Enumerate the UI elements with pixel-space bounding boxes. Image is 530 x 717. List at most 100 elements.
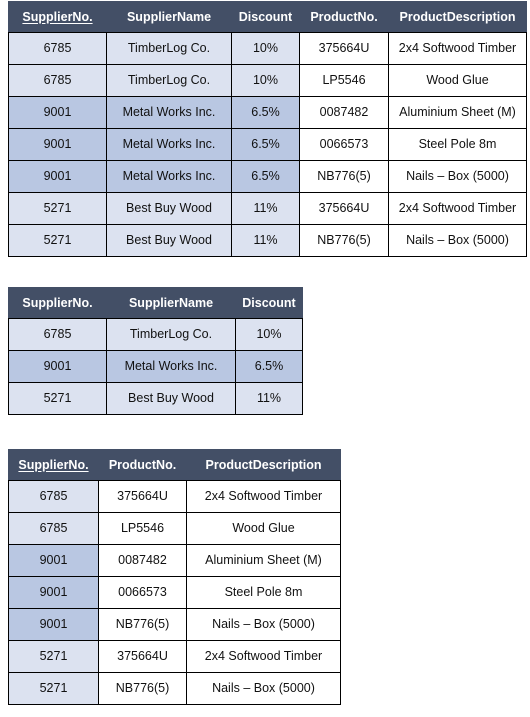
- column-header-label: SupplierName: [126, 9, 212, 24]
- table-row: 9001 Metal Works Inc. 6.5% 0087482 Aluminium…: [8, 96, 527, 129]
- cell-suppliername: Metal Works Inc.: [106, 160, 232, 193]
- table-row: 9001 Metal Works Inc. 6.5%: [8, 350, 303, 383]
- cell-productdescription: Aluminium Sheet (M): [388, 96, 527, 129]
- cell-productdescription: Nails – Box (5000): [388, 224, 527, 257]
- cell-supplierno: 6785: [8, 480, 99, 513]
- column-header-label: SupplierName: [128, 295, 214, 310]
- column-header-label: Discount: [242, 295, 296, 310]
- cell-productdescription: Nails – Box (5000): [186, 672, 341, 705]
- cell-productdescription: 2x4 Softwood Timber: [186, 640, 341, 673]
- cell-suppliername: TimberLog Co.: [106, 318, 236, 351]
- cell-supplierno: 9001: [8, 350, 107, 383]
- column-header-productno: ProductNo.: [299, 1, 389, 33]
- cell-productno: 0087482: [299, 96, 389, 129]
- cell-supplierno: 5271: [8, 192, 107, 225]
- table-row: 6785 TimberLog Co. 10% 375664U 2x4 Softwood …: [8, 32, 527, 65]
- table-header: SupplierNo. SupplierName Discount ProductNo…: [8, 1, 527, 33]
- cell-supplierno: 9001: [8, 96, 107, 129]
- cell-productdescription: Nails – Box (5000): [186, 608, 341, 641]
- cell-productno: LP5546: [299, 64, 389, 97]
- cell-supplierno: 5271: [8, 640, 99, 673]
- table-header: SupplierNo. SupplierName Discount: [8, 287, 303, 319]
- cell-productdescription: Wood Glue: [388, 64, 527, 97]
- table-row: 6785 TimberLog Co. 10%: [8, 318, 303, 351]
- cell-supplierno: 6785: [8, 512, 99, 545]
- table-row: 5271 NB776(5) Nails – Box (5000): [8, 672, 341, 705]
- table-row: 6785 375664U 2x4 Softwood Timber: [8, 480, 341, 513]
- cell-productdescription: Aluminium Sheet (M): [186, 544, 341, 577]
- cell-productdescription: 2x4 Softwood Timber: [186, 480, 341, 513]
- cell-suppliername: TimberLog Co.: [106, 64, 232, 97]
- table-row: 9001 0087482 Aluminium Sheet (M): [8, 544, 341, 577]
- cell-suppliername: TimberLog Co.: [106, 32, 232, 65]
- column-header-productno: ProductNo.: [98, 449, 187, 481]
- column-header-discount: Discount: [235, 287, 303, 319]
- cell-discount: 11%: [231, 224, 300, 257]
- table-row: 5271 Best Buy Wood 11%: [8, 382, 303, 415]
- column-header-supplierno: SupplierNo.: [8, 449, 99, 481]
- column-header-supplierno: SupplierNo.: [8, 287, 107, 319]
- column-header-label: ProductNo.: [108, 457, 177, 472]
- header-row: SupplierNo. SupplierName Discount: [8, 287, 303, 319]
- cell-discount: 11%: [235, 382, 303, 415]
- cell-productno: 0087482: [98, 544, 187, 577]
- column-header-suppliername: SupplierName: [106, 1, 232, 33]
- table-row: 5271 Best Buy Wood 11% 375664U 2x4 Softwood …: [8, 192, 527, 225]
- cell-suppliername: Metal Works Inc.: [106, 350, 236, 383]
- cell-productno: NB776(5): [98, 608, 187, 641]
- table-row: 6785 TimberLog Co. 10% LP5546 Wood Glue: [8, 64, 527, 97]
- cell-supplierno: 9001: [8, 128, 107, 161]
- cell-supplierno: 6785: [8, 32, 107, 65]
- supplies-table: SupplierNo. ProductNo. ProductDescription …: [8, 449, 341, 705]
- cell-productno: NB776(5): [299, 160, 389, 193]
- column-header-supplierno: SupplierNo.: [8, 1, 107, 33]
- cell-productno: LP5546: [98, 512, 187, 545]
- column-header-suppliername: SupplierName: [106, 287, 236, 319]
- table-row: 5271 375664U 2x4 Softwood Timber: [8, 640, 341, 673]
- header-row: SupplierNo. ProductNo. ProductDescription: [8, 449, 341, 481]
- cell-discount: 6.5%: [231, 96, 300, 129]
- cell-suppliername: Metal Works Inc.: [106, 96, 232, 129]
- cell-productno: 0066573: [98, 576, 187, 609]
- cell-supplierno: 9001: [8, 576, 99, 609]
- column-header-productdescription: ProductDescription: [186, 449, 341, 481]
- column-header-label: SupplierNo.: [22, 9, 93, 24]
- cell-supplierno: 6785: [8, 318, 107, 351]
- cell-productno: 375664U: [299, 32, 389, 65]
- column-header-label: SupplierNo.: [18, 457, 89, 472]
- supplier-table: SupplierNo. SupplierName Discount 6785 Timb…: [8, 287, 303, 415]
- table-row: 9001 Metal Works Inc. 6.5% NB776(5) Nails – …: [8, 160, 527, 193]
- table-row: 6785 LP5546 Wood Glue: [8, 512, 341, 545]
- cell-productdescription: 2x4 Softwood Timber: [388, 32, 527, 65]
- table-row: 5271 Best Buy Wood 11% NB776(5) Nails – Box …: [8, 224, 527, 257]
- supplier-product-table: SupplierNo. SupplierName Discount ProductNo…: [8, 1, 527, 257]
- cell-supplierno: 9001: [8, 608, 99, 641]
- column-header-label: ProductDescription: [205, 457, 322, 472]
- cell-discount: 6.5%: [235, 350, 303, 383]
- column-header-label: Discount: [238, 9, 293, 24]
- cell-supplierno: 9001: [8, 544, 99, 577]
- cell-suppliername: Best Buy Wood: [106, 224, 232, 257]
- cell-discount: 10%: [231, 64, 300, 97]
- cell-discount: 11%: [231, 192, 300, 225]
- table-row: 9001 Metal Works Inc. 6.5% 0066573 Steel Pol…: [8, 128, 527, 161]
- cell-productno: 375664U: [299, 192, 389, 225]
- cell-productdescription: 2x4 Softwood Timber: [388, 192, 527, 225]
- cell-suppliername: Best Buy Wood: [106, 382, 236, 415]
- column-header-discount: Discount: [231, 1, 300, 33]
- cell-discount: 10%: [235, 318, 303, 351]
- table-row: 9001 0066573 Steel Pole 8m: [8, 576, 341, 609]
- cell-discount: 6.5%: [231, 128, 300, 161]
- table-body: 6785 TimberLog Co. 10% 9001 Metal Works Inc.…: [8, 318, 303, 415]
- cell-supplierno: 5271: [8, 224, 107, 257]
- column-header-productdescription: ProductDescription: [388, 1, 527, 33]
- column-header-label: SupplierNo.: [22, 295, 93, 310]
- cell-productno: NB776(5): [98, 672, 187, 705]
- table-header: SupplierNo. ProductNo. ProductDescription: [8, 449, 341, 481]
- column-header-label: ProductDescription: [399, 9, 516, 24]
- cell-supplierno: 9001: [8, 160, 107, 193]
- cell-discount: 6.5%: [231, 160, 300, 193]
- cell-productno: NB776(5): [299, 224, 389, 257]
- cell-supplierno: 5271: [8, 672, 99, 705]
- cell-productdescription: Steel Pole 8m: [186, 576, 341, 609]
